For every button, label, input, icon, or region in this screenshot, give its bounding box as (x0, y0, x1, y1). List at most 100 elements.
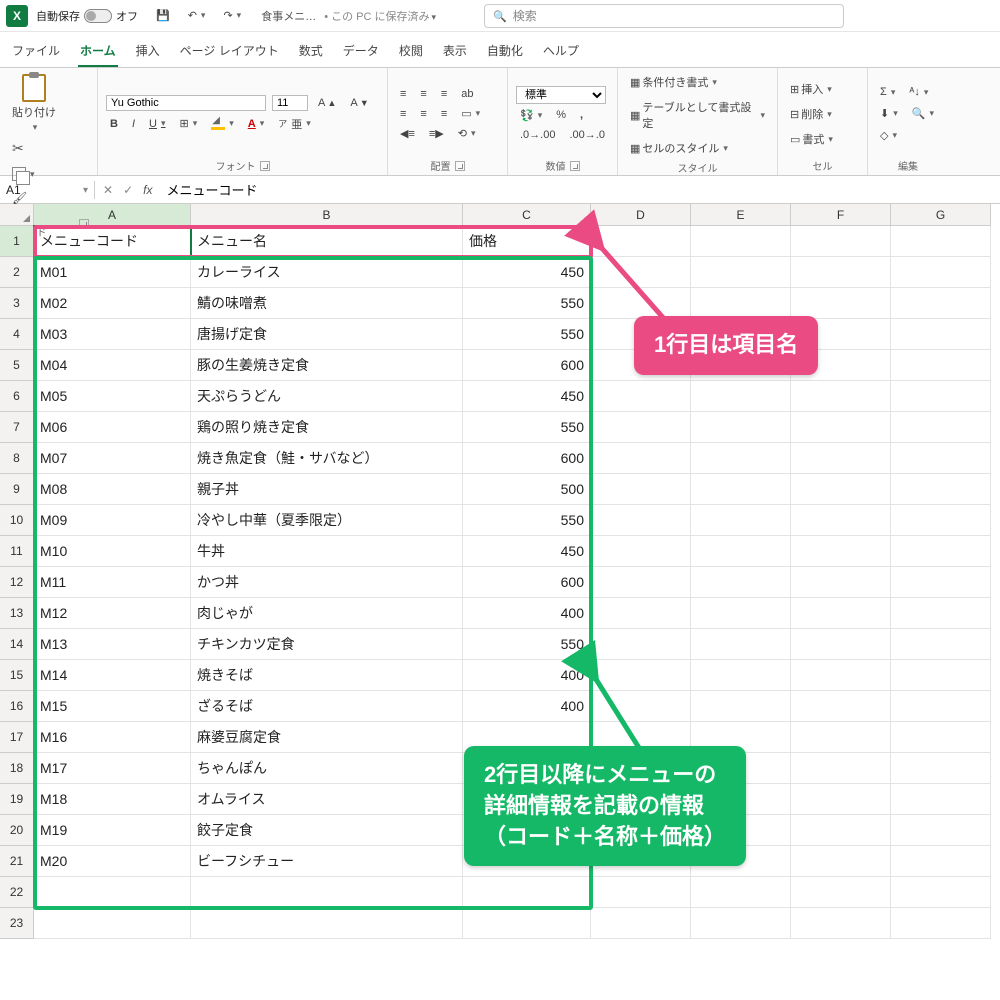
cell[interactable]: 450 (463, 257, 591, 288)
cell[interactable] (791, 536, 891, 567)
cell[interactable]: 唐揚げ定食 (191, 319, 463, 350)
row-header[interactable]: 8 (0, 443, 34, 474)
indent-decrease-icon[interactable]: ◀≡ (396, 125, 419, 142)
cell[interactable]: M10 (34, 536, 191, 567)
redo-icon[interactable]: ↷ (219, 7, 245, 24)
cell[interactable] (463, 908, 591, 939)
cell[interactable]: M01 (34, 257, 191, 288)
cell[interactable] (591, 629, 691, 660)
cell[interactable] (891, 412, 991, 443)
cell[interactable] (691, 691, 791, 722)
cell[interactable] (891, 722, 991, 753)
cell[interactable] (691, 536, 791, 567)
cell[interactable] (591, 381, 691, 412)
align-right-icon[interactable]: ≡ (437, 106, 451, 122)
cell[interactable] (791, 226, 891, 257)
cell[interactable] (891, 226, 991, 257)
merge-button[interactable]: ▭ (457, 105, 484, 122)
row-header[interactable]: 14 (0, 629, 34, 660)
cell[interactable] (691, 908, 791, 939)
cell[interactable]: メニューコード (34, 226, 191, 257)
cell[interactable]: オムライス (191, 784, 463, 815)
col-header[interactable]: F (791, 204, 891, 226)
tab-home[interactable]: ホーム (78, 38, 118, 67)
row-header[interactable]: 4 (0, 319, 34, 350)
fill-color-button[interactable] (207, 116, 238, 132)
cell[interactable]: かつ丼 (191, 567, 463, 598)
cell[interactable] (463, 877, 591, 908)
clear-icon[interactable]: ◇ (876, 127, 901, 144)
cell[interactable]: M03 (34, 319, 191, 350)
italic-button[interactable]: I (128, 116, 139, 132)
number-format-combo[interactable]: 標準 (516, 86, 606, 104)
cell[interactable]: 親子丼 (191, 474, 463, 505)
cell[interactable] (791, 381, 891, 412)
name-box[interactable]: A1 (0, 181, 95, 199)
cell[interactable] (791, 443, 891, 474)
row-header[interactable]: 1 (0, 226, 34, 257)
cell[interactable] (891, 288, 991, 319)
cell[interactable]: 牛丼 (191, 536, 463, 567)
insert-cells-button[interactable]: ⊞ 挿入 (786, 79, 859, 99)
paste-button[interactable]: 貼り付け (8, 72, 60, 135)
cell[interactable] (34, 908, 191, 939)
cell[interactable] (791, 474, 891, 505)
row-header[interactable]: 18 (0, 753, 34, 784)
cell[interactable] (891, 257, 991, 288)
align-center-icon[interactable]: ≡ (416, 106, 430, 122)
delete-cells-button[interactable]: ⊟ 削除 (786, 104, 859, 124)
tab-view[interactable]: 表示 (441, 38, 469, 67)
cell[interactable] (191, 908, 463, 939)
fill-icon[interactable]: ⬇ (876, 105, 902, 122)
tab-insert[interactable]: 挿入 (134, 38, 162, 67)
cell[interactable]: 550 (463, 629, 591, 660)
cell[interactable]: 600 (463, 567, 591, 598)
cell[interactable] (791, 753, 891, 784)
find-icon[interactable]: 🔍 (908, 105, 938, 122)
cell[interactable] (691, 629, 791, 660)
cell[interactable] (891, 660, 991, 691)
cell[interactable] (691, 412, 791, 443)
cell[interactable] (891, 319, 991, 350)
cell[interactable]: 550 (463, 412, 591, 443)
cell[interactable]: 400 (463, 598, 591, 629)
cell[interactable]: M14 (34, 660, 191, 691)
cell[interactable]: カレーライス (191, 257, 463, 288)
conditional-formatting-button[interactable]: ▦ 条件付き書式 (626, 72, 769, 92)
cell[interactable]: 価格 (463, 226, 591, 257)
tab-data[interactable]: データ (341, 38, 381, 67)
cell[interactable] (791, 846, 891, 877)
tab-help[interactable]: ヘルプ (541, 38, 581, 67)
cell[interactable] (891, 598, 991, 629)
row-header[interactable]: 5 (0, 350, 34, 381)
cell[interactable]: ちゃんぽん (191, 753, 463, 784)
cell[interactable] (791, 505, 891, 536)
cell[interactable] (34, 877, 191, 908)
cell[interactable]: M02 (34, 288, 191, 319)
cell[interactable]: 焼きそば (191, 660, 463, 691)
row-header[interactable]: 9 (0, 474, 34, 505)
align-left-icon[interactable]: ≡ (396, 106, 410, 122)
cell[interactable] (691, 505, 791, 536)
cell[interactable] (591, 567, 691, 598)
cell[interactable] (891, 753, 991, 784)
percent-button[interactable]: % (552, 107, 570, 123)
underline-button[interactable]: U (145, 116, 169, 132)
cell[interactable]: 400 (463, 660, 591, 691)
cell[interactable] (591, 598, 691, 629)
font-color-button[interactable]: A (244, 116, 268, 132)
cell[interactable]: M11 (34, 567, 191, 598)
row-header[interactable]: 6 (0, 381, 34, 412)
row-header[interactable]: 15 (0, 660, 34, 691)
cell[interactable]: M16 (34, 722, 191, 753)
cell[interactable]: 450 (463, 536, 591, 567)
saved-location[interactable]: • この PC に保存済み (324, 8, 436, 24)
cell[interactable]: 400 (463, 691, 591, 722)
cut-icon[interactable] (8, 138, 39, 159)
cell[interactable] (691, 598, 791, 629)
cell[interactable]: ざるそば (191, 691, 463, 722)
cell[interactable]: M18 (34, 784, 191, 815)
tab-review[interactable]: 校閲 (397, 38, 425, 67)
cell[interactable]: 500 (463, 474, 591, 505)
autosum-icon[interactable]: Σ (876, 84, 899, 100)
